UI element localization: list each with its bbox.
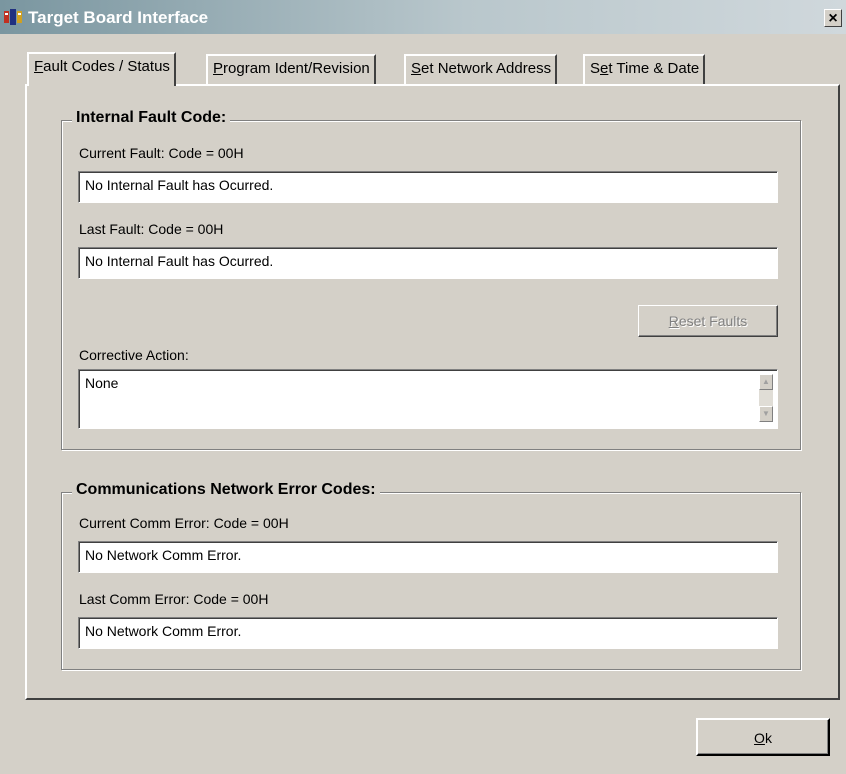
tab-mnemonic: S bbox=[411, 60, 422, 77]
reset-faults-button[interactable]: Reset Faults bbox=[638, 305, 778, 337]
corrective-action-textarea[interactable]: None ▲ ▼ bbox=[78, 369, 778, 429]
tab-mnemonic: P bbox=[213, 60, 224, 77]
scrollbar-track[interactable] bbox=[759, 390, 773, 406]
tab-set-network-address[interactable]: Set Network Address bbox=[404, 54, 558, 84]
window-title: Target Board Interface bbox=[28, 8, 209, 27]
scroll-down-icon[interactable]: ▼ bbox=[759, 406, 773, 422]
tab-label: ault Codes / Status bbox=[43, 58, 170, 75]
button-label: k bbox=[764, 730, 772, 746]
tab-set-time-date[interactable]: Set Time & Date bbox=[583, 54, 706, 84]
tab-label: rogram Ident/Revision bbox=[223, 60, 370, 77]
tab-program-ident-revision[interactable]: Program Ident/Revision bbox=[206, 54, 376, 84]
group-title: Internal Fault Code: bbox=[72, 109, 231, 127]
ok-button[interactable]: Ok bbox=[696, 718, 830, 756]
current-comm-error-field[interactable]: No Network Comm Error. bbox=[78, 541, 778, 573]
close-icon[interactable]: × bbox=[824, 9, 842, 27]
button-mnemonic: R bbox=[668, 313, 679, 329]
internal-fault-group: Internal Fault Code: Current Fault: Code… bbox=[61, 109, 801, 450]
current-comm-error-label: Current Comm Error: Code = 00H bbox=[79, 515, 289, 531]
button-mnemonic: O bbox=[754, 730, 765, 746]
corrective-action-label: Corrective Action: bbox=[79, 347, 189, 363]
group-title: Communications Network Error Codes: bbox=[72, 481, 380, 499]
tab-label: t Time & Date bbox=[608, 60, 700, 77]
last-comm-error-field[interactable]: No Network Comm Error. bbox=[78, 617, 778, 649]
current-fault-label: Current Fault: Code = 00H bbox=[79, 145, 244, 161]
comm-error-group: Communications Network Error Codes: Curr… bbox=[61, 481, 801, 670]
tab-mnemonic: F bbox=[34, 58, 44, 75]
tab-label-prefix: S bbox=[590, 60, 601, 77]
current-fault-field[interactable]: No Internal Fault has Ocurred. bbox=[78, 171, 778, 203]
corrective-action-text: None bbox=[85, 375, 119, 391]
fault-codes-tab-panel: Internal Fault Code: Current Fault: Code… bbox=[25, 84, 840, 700]
dialog-window: Target Board Interface × Fault Codes / S… bbox=[0, 0, 846, 774]
title-bar[interactable]: Target Board Interface × bbox=[0, 0, 846, 34]
scroll-up-icon[interactable]: ▲ bbox=[759, 374, 773, 390]
last-comm-error-label: Last Comm Error: Code = 00H bbox=[79, 591, 269, 607]
tab-label: et Network Address bbox=[421, 60, 552, 77]
button-label: eset Faults bbox=[678, 313, 748, 329]
last-fault-field[interactable]: No Internal Fault has Ocurred. bbox=[78, 247, 778, 279]
last-fault-label: Last Fault: Code = 00H bbox=[79, 221, 224, 237]
app-icon bbox=[4, 9, 22, 25]
tab-fault-codes-status[interactable]: Fault Codes / Status bbox=[27, 52, 176, 86]
